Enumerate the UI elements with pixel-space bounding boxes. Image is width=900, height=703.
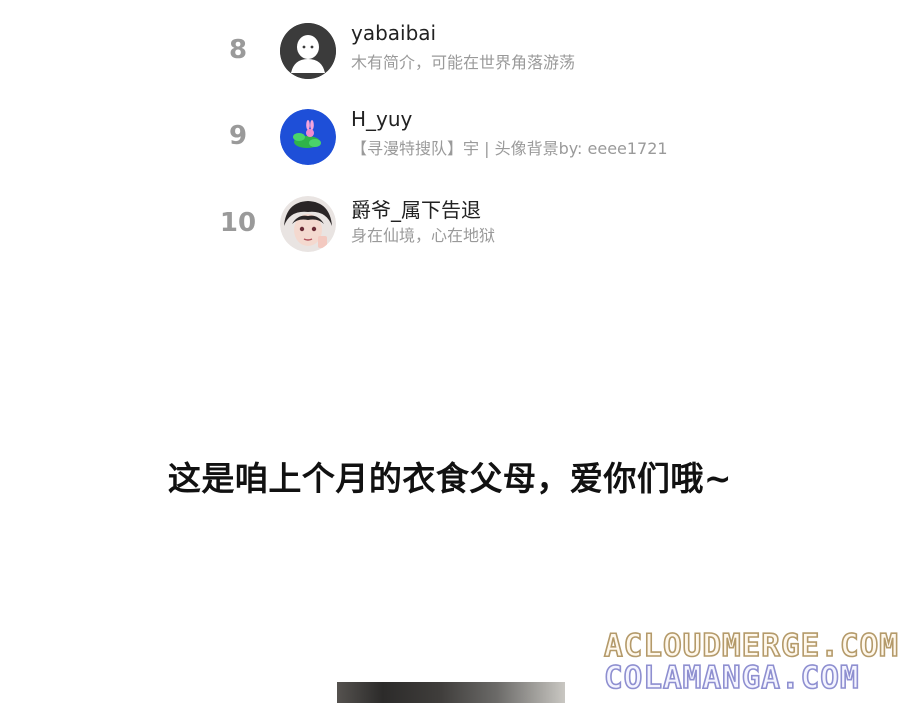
ranking-row[interactable]: 10 爵爷_属下告退 身在仙境，心在地狱 [0,188,900,258]
bunny-avatar[interactable] [280,109,336,165]
rank-number: 9 [228,121,248,151]
default-avatar-icon[interactable] [280,23,336,79]
username[interactable]: 爵爷_属下告退 [351,194,481,223]
anime-boy-avatar[interactable] [280,196,336,252]
thanks-banner: 这是咱上个月的衣食父母，爱你们哦~ [167,459,733,498]
rank-number: 10 [219,208,257,238]
username[interactable]: yabaibai [351,21,436,45]
watermark-colamanga: COLAMANGA.COM [603,659,860,697]
user-bio: 身在仙境，心在地狱 [351,226,496,245]
rank-number: 8 [228,35,248,65]
user-bio: 木有简介，可能在世界角落游荡 [351,53,576,72]
user-bio: 【寻漫特搜队】宇 | 头像背景by: eeee1721 [351,139,668,158]
ranking-row[interactable]: 9 H_yuy 【寻漫特搜队】宇 | 头像背景by: eeee1721 [0,101,900,171]
ranking-row[interactable]: 8 yabaibai 木有简介，可能在世界角落游荡 [0,15,900,85]
username[interactable]: H_yuy [351,107,412,131]
watermark-acloudmerge: ACLOUDMERGE.COM [603,627,899,665]
comic-panel-image [337,682,565,703]
